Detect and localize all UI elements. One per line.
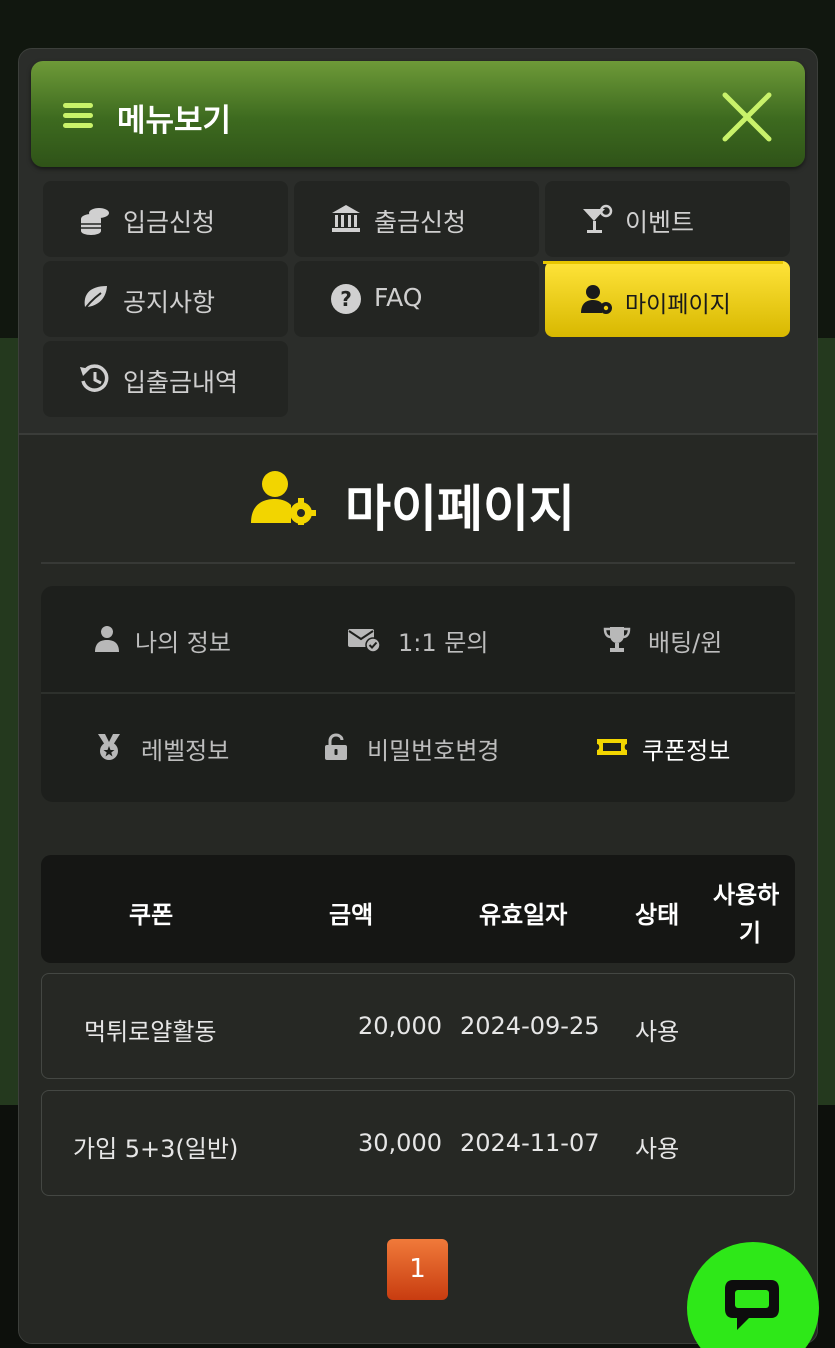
tab-password-change-label: 비밀번호변경 bbox=[367, 737, 500, 765]
menu-mypage-label: 마이페이지 bbox=[625, 292, 731, 318]
column-header-expiry: 유효일자 bbox=[479, 901, 568, 929]
tab-coupon-info-label: 쿠폰정보 bbox=[642, 737, 731, 765]
column-header-status: 상태 bbox=[635, 901, 680, 929]
title-divider bbox=[41, 562, 795, 564]
menu-notice-label: 공지사항 bbox=[123, 288, 216, 317]
column-header-use: 사용하 bbox=[713, 881, 780, 909]
menu-notice-button[interactable]: 공지사항 bbox=[43, 261, 288, 337]
question-icon: ? bbox=[331, 284, 361, 314]
menu-event-button[interactable]: 이벤트 bbox=[545, 181, 790, 257]
column-header-use-line2: 기 bbox=[739, 919, 762, 947]
tab-betting-win[interactable]: 배팅/윈 bbox=[543, 586, 795, 692]
menu-event-label: 이벤트 bbox=[625, 208, 695, 237]
close-icon bbox=[722, 92, 772, 142]
menu-deposit-label: 입금신청 bbox=[123, 208, 216, 237]
menu-modal: 메뉴보기 입금신청 출금신청 이벤트 공지사항 ? FAQ 마이페이지 입출금내… bbox=[18, 48, 818, 1344]
tab-inquiry[interactable]: 1:1 문의 bbox=[292, 586, 543, 692]
menu-mypage-button[interactable]: 마이페이지 bbox=[545, 261, 790, 337]
coupon-name: 가입 5+3(일반) bbox=[73, 1135, 239, 1163]
tab-my-info[interactable]: 나의 정보 bbox=[41, 586, 292, 692]
mail-check-icon bbox=[348, 629, 381, 653]
tab-my-info-label: 나의 정보 bbox=[135, 629, 231, 657]
hamburger-icon bbox=[63, 103, 93, 128]
tab-level-info[interactable]: 레벨정보 bbox=[41, 694, 292, 800]
tab-inquiry-label: 1:1 문의 bbox=[398, 629, 489, 657]
user-gear-icon bbox=[581, 285, 612, 314]
chat-bubble-icon bbox=[725, 1280, 779, 1330]
tab-betting-win-label: 배팅/윈 bbox=[648, 629, 723, 657]
menu-faq-label: FAQ bbox=[374, 283, 423, 312]
menu-withdraw-label: 출금신청 bbox=[374, 208, 467, 237]
tab-level-info-label: 레벨정보 bbox=[141, 737, 230, 765]
pagination-page-button[interactable]: 1 bbox=[387, 1239, 448, 1300]
bank-icon bbox=[332, 205, 360, 232]
coins-icon bbox=[81, 208, 109, 235]
column-header-coupon: 쿠폰 bbox=[129, 901, 174, 929]
active-tab-indicator bbox=[543, 261, 783, 264]
coupon-expiry: 2024-11-07 bbox=[460, 1129, 600, 1157]
table-row: 가입 5+3(일반) 30,000 2024-11-07 사용 bbox=[41, 1090, 795, 1196]
coupon-amount: 30,000 bbox=[358, 1129, 442, 1157]
page-title: 마이페이지 bbox=[345, 480, 575, 538]
table-header: 쿠폰 금액 유효일자 상태 사용하 기 bbox=[41, 855, 795, 963]
menu-deposit-button[interactable]: 입금신청 bbox=[43, 181, 288, 257]
leaf-icon bbox=[81, 286, 107, 314]
mypage-tabs: 나의 정보 1:1 문의 배팅/윈 레벨정보 비밀번호변경 쿠폰정보 bbox=[41, 586, 795, 802]
history-icon bbox=[80, 364, 109, 392]
close-button[interactable] bbox=[721, 91, 773, 143]
user-gear-icon bbox=[251, 471, 316, 525]
coupon-name: 먹튀로얄활동 bbox=[84, 1018, 217, 1046]
coupon-status: 사용 bbox=[635, 1135, 680, 1163]
coupon-expiry: 2024-09-25 bbox=[460, 1012, 600, 1040]
tab-password-change[interactable]: 비밀번호변경 bbox=[292, 694, 543, 800]
coupon-amount: 20,000 bbox=[358, 1012, 442, 1040]
medal-icon bbox=[98, 734, 120, 760]
column-header-amount: 금액 bbox=[329, 901, 374, 929]
lock-icon bbox=[325, 733, 347, 760]
cocktail-icon bbox=[583, 204, 613, 233]
tab-coupon-info[interactable]: 쿠폰정보 bbox=[543, 694, 795, 800]
modal-title: 메뉴보기 bbox=[117, 103, 232, 139]
table-row: 먹튀로얄활동 20,000 2024-09-25 사용 bbox=[41, 973, 795, 1079]
ticket-icon bbox=[597, 739, 627, 755]
modal-header: 메뉴보기 bbox=[31, 61, 805, 167]
trophy-icon bbox=[603, 627, 631, 652]
svg-text:?: ? bbox=[340, 287, 352, 311]
menu-history-button[interactable]: 입출금내역 bbox=[43, 341, 288, 417]
coupon-status: 사용 bbox=[635, 1018, 680, 1046]
user-icon bbox=[95, 626, 119, 652]
menu-faq-button[interactable]: ? FAQ bbox=[294, 261, 539, 337]
menu-withdraw-button[interactable]: 출금신청 bbox=[294, 181, 539, 257]
menu-history-label: 입출금내역 bbox=[123, 368, 239, 397]
